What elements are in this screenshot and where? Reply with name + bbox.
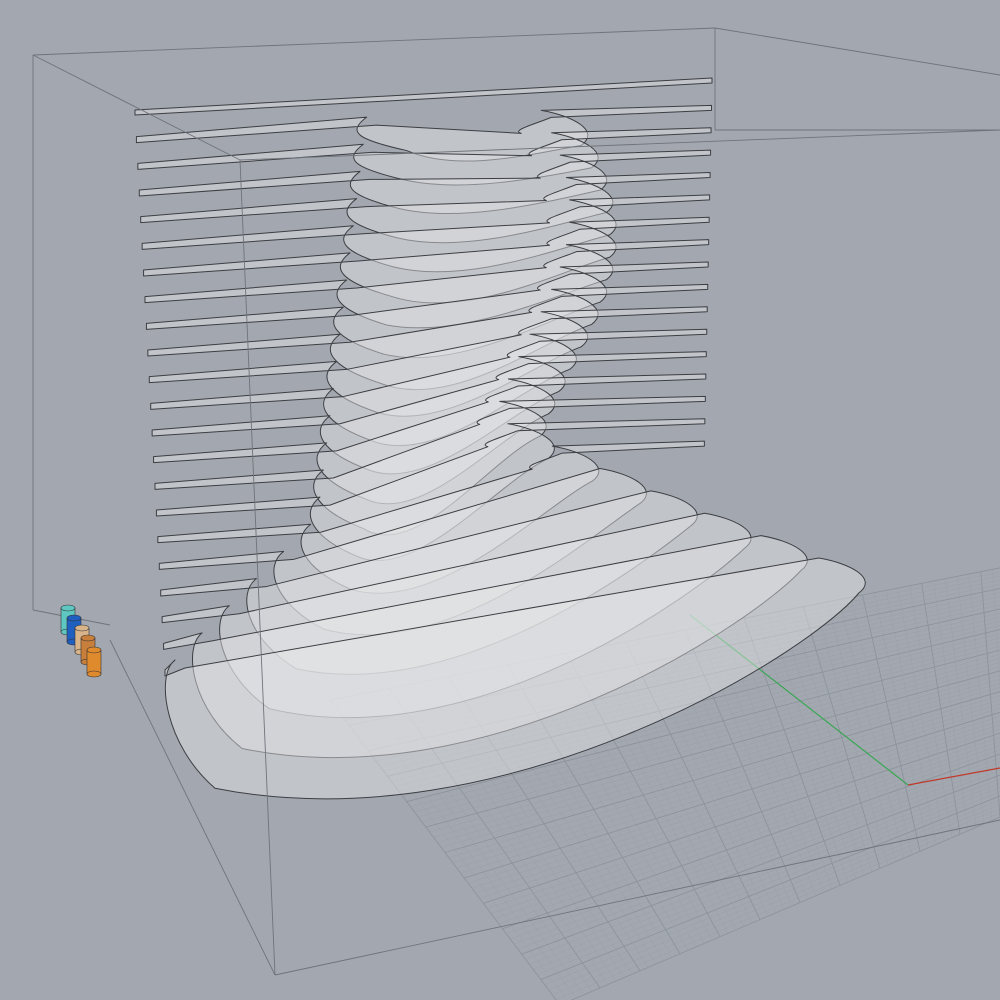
- viewport-canvas[interactable]: [0, 0, 1000, 1000]
- stack-cylinder[interactable]: [86, 646, 102, 678]
- 3d-viewport[interactable]: [0, 0, 1000, 1000]
